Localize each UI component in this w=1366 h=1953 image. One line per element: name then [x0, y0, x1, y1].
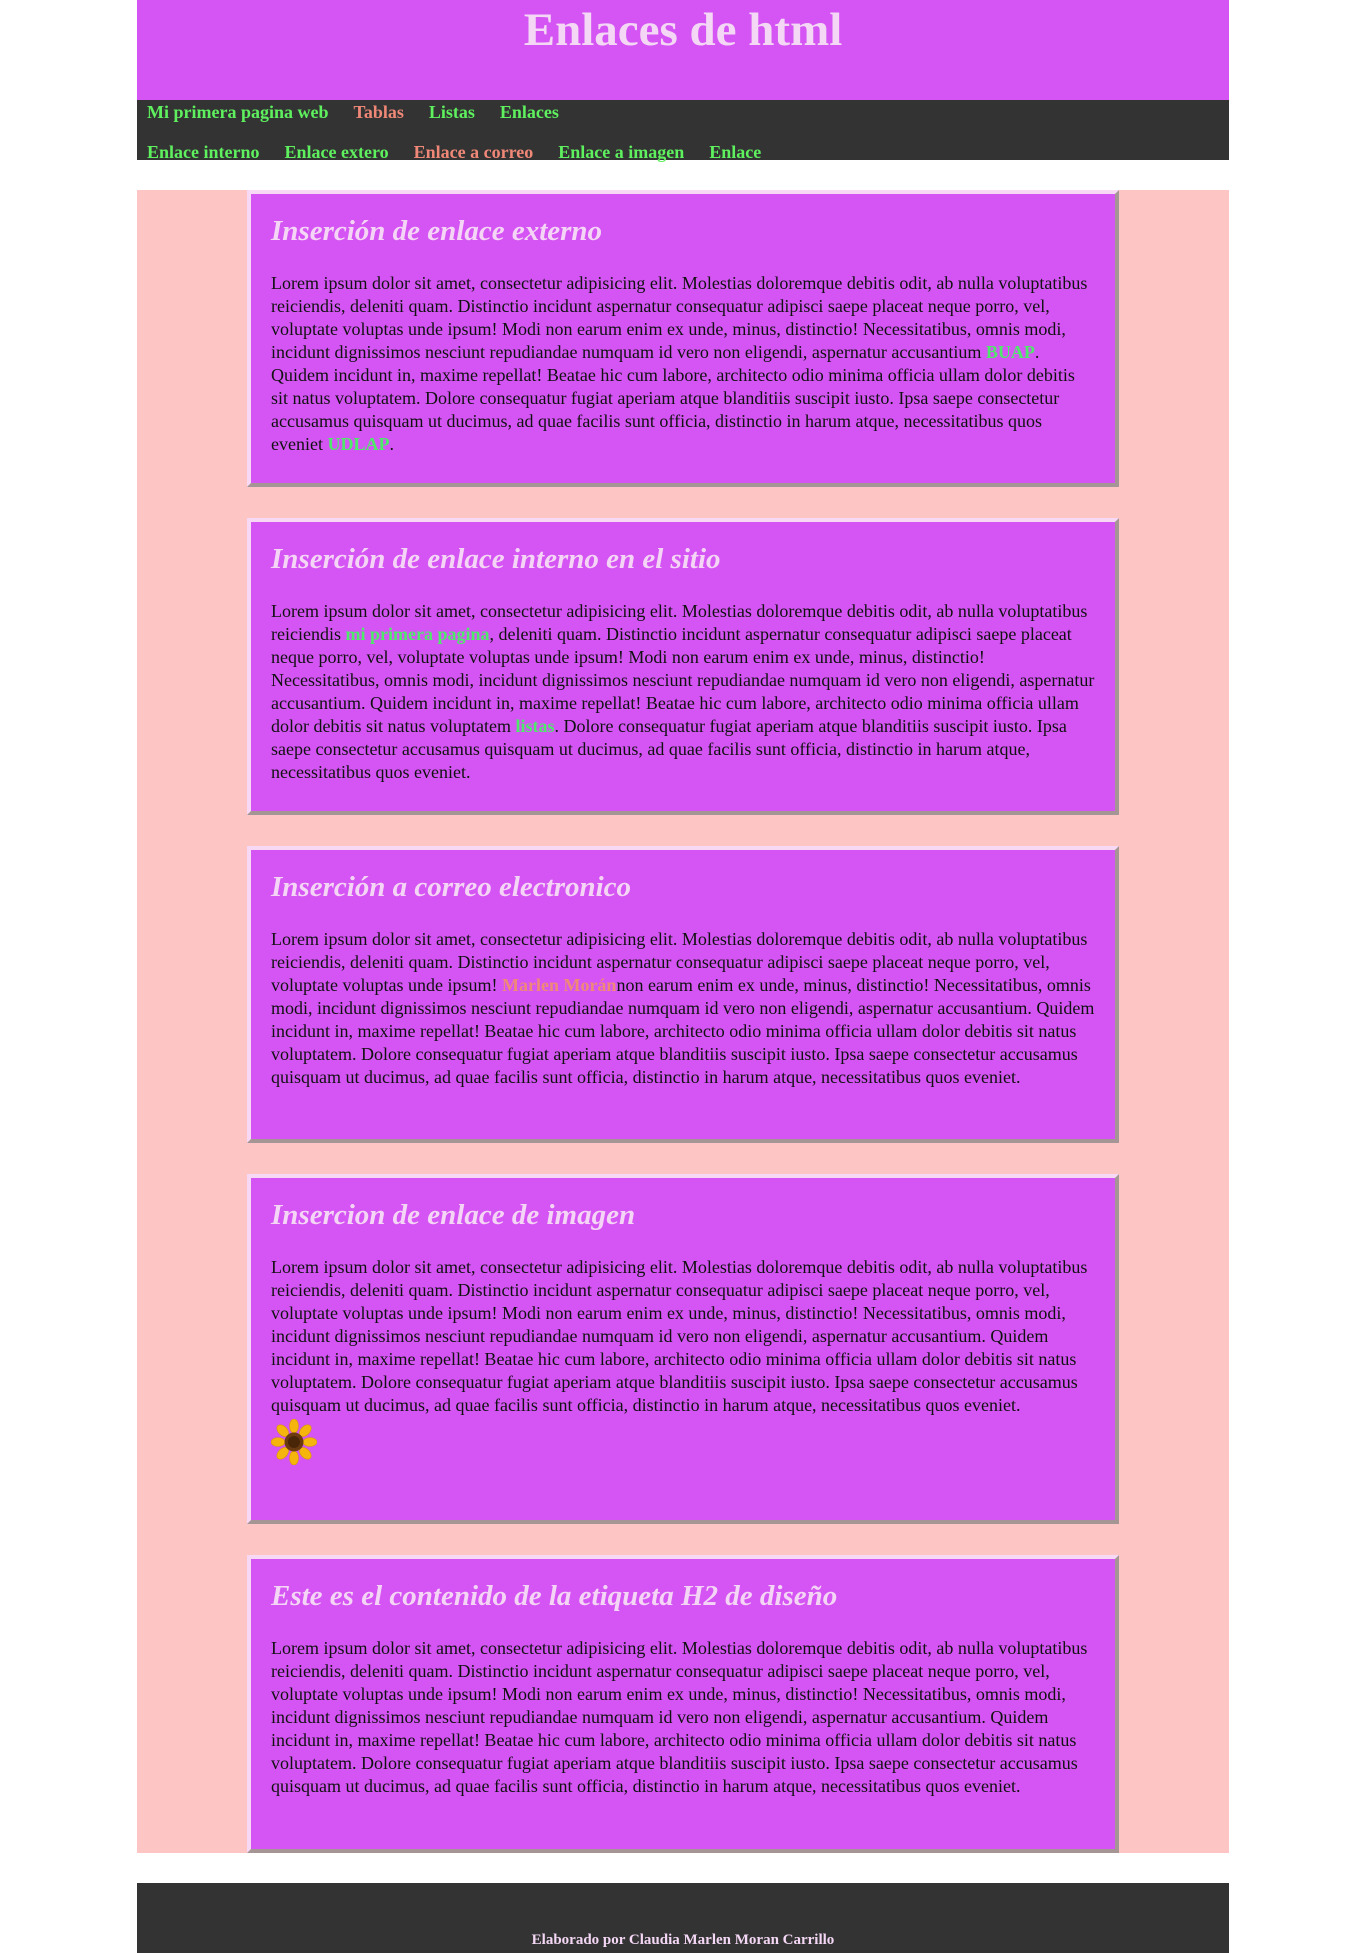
page-header: Enlaces de html: [137, 0, 1229, 100]
nav-link-enlace-interno[interactable]: Enlace interno: [147, 141, 260, 163]
section-title: Inserción de enlace interno en el sitio: [271, 543, 721, 575]
nav-link-enlace-imagen[interactable]: Enlace a imagen: [558, 141, 684, 163]
link-listas[interactable]: listas: [515, 716, 554, 736]
page: Enlaces de html Mi primera pagina web Ta…: [137, 0, 1229, 1953]
nav-row-sections: Enlace interno Enlace extero Enlace a co…: [147, 141, 761, 163]
section-body: Lorem ipsum dolor sit amet, consectetur …: [271, 273, 1088, 454]
page-title: Enlaces de html: [523, 4, 843, 56]
image-link[interactable]: [271, 1419, 1095, 1465]
nav-row-pages: Mi primera pagina web Tablas Listas Enla…: [147, 101, 559, 123]
sunflower-icon: [271, 1419, 317, 1465]
nav-link-enlaces[interactable]: Enlaces: [500, 101, 559, 123]
section-title: Insercion de enlace de imagen: [271, 1199, 636, 1231]
nav-link-mi-primera-pagina[interactable]: Mi primera pagina web: [147, 101, 329, 123]
section-internal-link: Inserción de enlace interno en el sitio …: [247, 518, 1119, 815]
nav-link-enlace-correo[interactable]: Enlace a correo: [414, 141, 534, 163]
nav-link-tablas[interactable]: Tablas: [354, 101, 404, 123]
section-title: Inserción a correo electronico: [271, 871, 632, 903]
link-mi-primera-pagina[interactable]: mi primera pagina: [345, 624, 489, 644]
page-footer: Elaborado por Claudia Marlen Moran Carri…: [137, 1883, 1229, 1953]
section-body: Lorem ipsum dolor sit amet, consectetur …: [271, 1257, 1088, 1415]
main-nav: Mi primera pagina web Tablas Listas Enla…: [137, 100, 1229, 163]
nav-link-enlace-externo[interactable]: Enlace extero: [285, 141, 389, 163]
footer-credit: Elaborado por Claudia Marlen Moran Carri…: [531, 1932, 835, 1948]
link-buap[interactable]: BUAP: [986, 342, 1035, 362]
nav-link-listas[interactable]: Listas: [429, 101, 475, 123]
link-email-marlen[interactable]: Marlen Morán: [502, 975, 616, 995]
section-image-link: Insercion de enlace de imagen Lorem ipsu…: [247, 1174, 1119, 1524]
main-content: Inserción de enlace externo Lorem ipsum …: [137, 190, 1229, 1853]
section-external-link: Inserción de enlace externo Lorem ipsum …: [247, 190, 1119, 487]
section-title: Inserción de enlace externo: [271, 215, 603, 247]
section-body: Lorem ipsum dolor sit amet, consectetur …: [271, 1638, 1088, 1796]
nav-link-enlace[interactable]: Enlace: [709, 141, 761, 163]
section-h2-design: Este es el contenido de la etiqueta H2 d…: [247, 1555, 1119, 1853]
section-body: Lorem ipsum dolor sit amet, consectetur …: [271, 929, 1095, 1087]
link-udlap[interactable]: UDLAP: [327, 434, 389, 454]
section-title: Este es el contenido de la etiqueta H2 d…: [271, 1580, 838, 1612]
section-email-link: Inserción a correo electronico Lorem ips…: [247, 846, 1119, 1143]
section-body: Lorem ipsum dolor sit amet, consectetur …: [271, 601, 1095, 782]
